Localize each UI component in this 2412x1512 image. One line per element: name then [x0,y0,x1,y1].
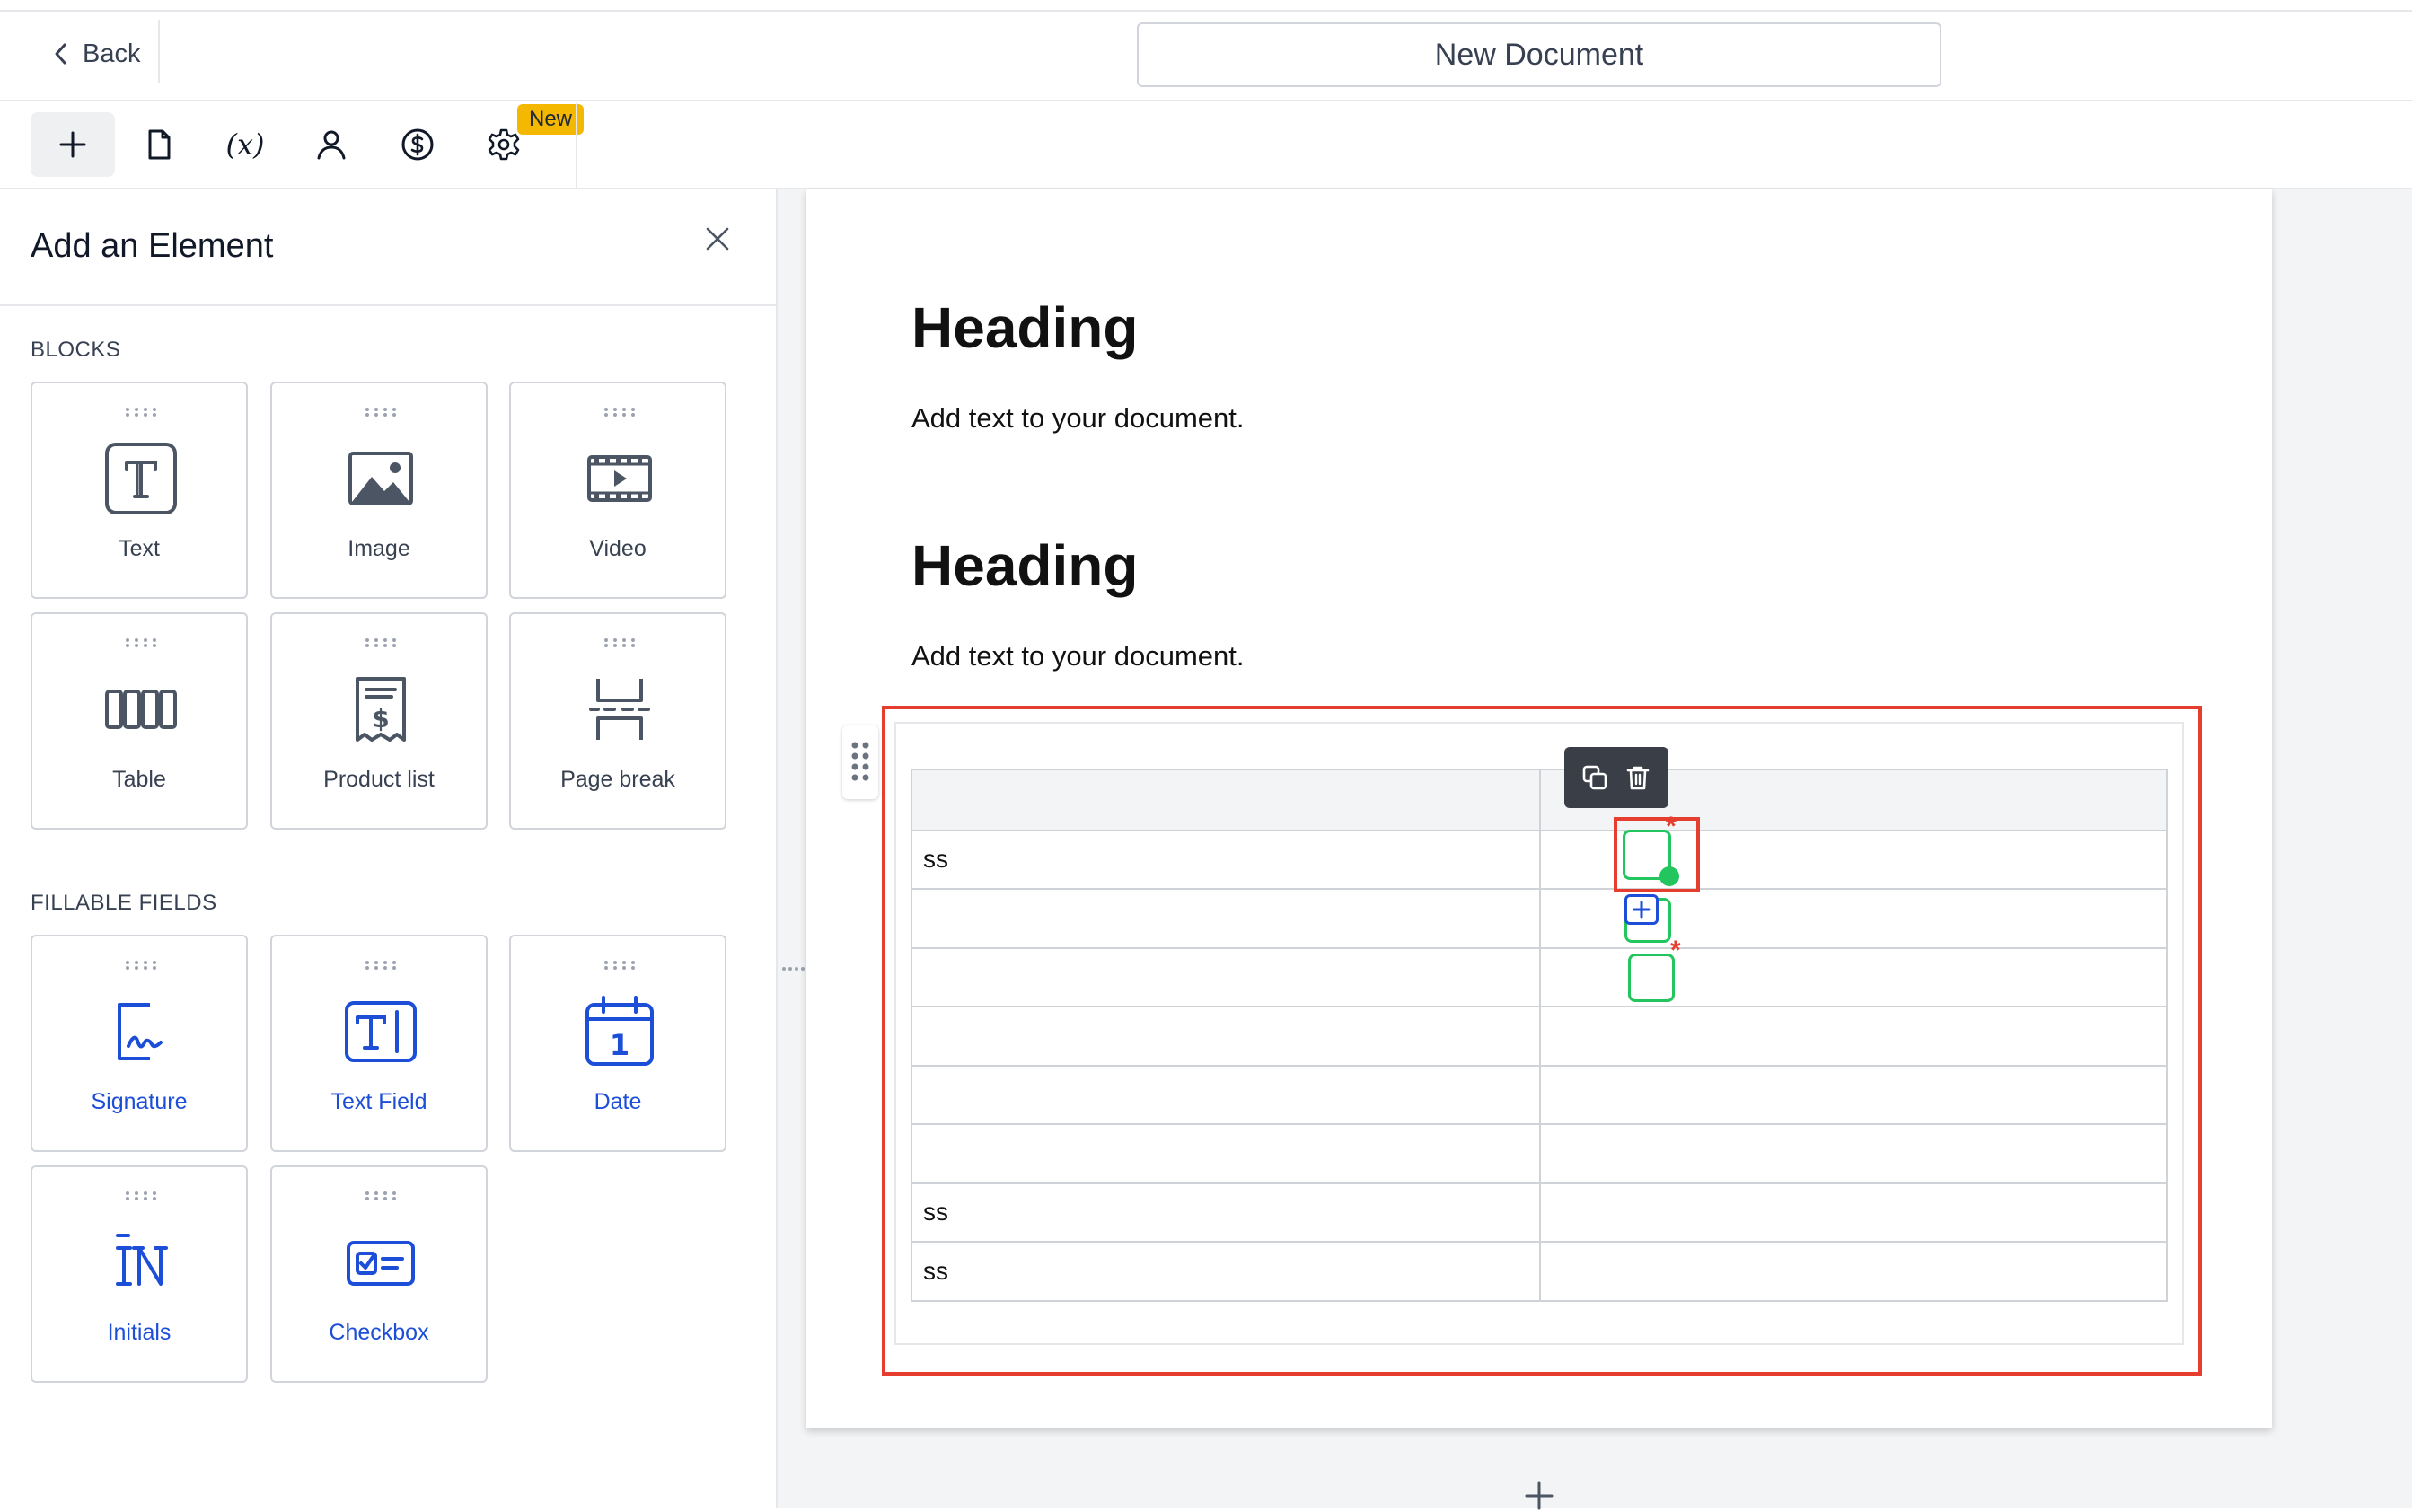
table-icon [105,690,177,729]
new-badge: New [517,104,584,135]
copy-icon[interactable] [1580,763,1609,792]
plus-icon [59,131,86,158]
block-video[interactable]: Video [509,382,726,599]
tool-pricing[interactable] [375,112,460,177]
video-icon [587,455,652,502]
header-divider [158,20,160,83]
chevron-left-icon [55,43,66,65]
drag-grip-icon [365,1191,396,1200]
field-label: Text Field [330,1089,427,1114]
panel-divider [0,304,778,306]
drag-grip-icon [604,408,635,417]
block-drag-handle[interactable] [842,725,878,799]
field-signature[interactable]: Signature [31,935,248,1152]
dollar-icon [401,128,434,161]
field-text[interactable]: Text Field [270,935,488,1152]
block-image[interactable]: Image [270,382,488,599]
variables-icon: (x) [225,127,265,162]
trash-icon[interactable] [1624,763,1652,792]
drag-grip-icon [126,638,156,647]
svg-text:$: $ [372,704,389,734]
add-element-panel: Add an Element BLOCKS Text Image Video T… [0,189,778,1508]
drag-grip-icon [126,961,156,970]
user-icon [317,130,346,160]
checkbox-icon [347,1241,415,1286]
field-initials[interactable]: Initials [31,1165,248,1383]
document-icon [148,129,171,160]
document-title-input[interactable]: New Document [1137,22,1941,87]
tool-variables[interactable]: (x) [203,112,287,177]
drag-grip-icon [126,408,156,417]
date-icon-day: 1 [610,1028,629,1062]
drag-grip-icon [365,961,396,970]
close-icon[interactable] [702,224,733,254]
text-icon [105,443,177,514]
panel-title: Add an Element [31,227,274,265]
drag-grip-icon [126,1191,156,1200]
image-icon [348,452,413,505]
back-label: Back [83,39,141,68]
block-page-break[interactable]: Page break [509,612,726,830]
block-table[interactable]: Table [31,612,248,830]
required-marker: * [1666,812,1677,841]
field-label: Date [594,1089,642,1114]
required-marker: * [1670,936,1681,965]
document-paragraph[interactable]: Add text to your document. [911,640,1245,672]
editor-toolbar: (x) [0,103,2412,189]
field-date[interactable]: 1 Date [509,935,726,1152]
text-field-icon [345,1001,417,1062]
block-label: Table [112,767,166,792]
status-dot [1659,866,1679,886]
drag-grip-icon [365,638,396,647]
drag-grip-icon [604,961,635,970]
add-block-plus-icon[interactable] [1523,1480,1555,1512]
document-heading[interactable]: Heading [911,532,1138,599]
add-checkbox-button[interactable] [1624,894,1659,925]
drag-grip-icon [851,742,869,781]
signature-icon [118,1003,163,1060]
back-button[interactable]: Back [50,27,140,81]
block-product-list[interactable]: $ Product list [270,612,488,830]
checkbox-field[interactable] [1628,954,1675,1002]
gear-icon [488,128,520,161]
block-text[interactable]: Text [31,382,248,599]
field-label: Checkbox [329,1320,429,1345]
initials-icon [116,1234,168,1286]
product-list-icon: $ [356,677,406,742]
cell-action-toolbar [1564,747,1668,808]
drag-grip-icon [365,408,396,417]
selection-highlight [882,706,2202,1376]
block-label: Video [589,536,647,561]
blocks-section-label: BLOCKS [31,338,121,362]
plus-icon [1633,901,1651,919]
date-icon: 1 [585,996,654,1066]
tool-document[interactable] [117,112,201,177]
toolbar-divider [576,103,577,189]
block-label: Image [348,536,410,561]
tool-add-element[interactable] [31,112,115,177]
field-label: Signature [91,1089,188,1114]
block-label: Page break [560,767,675,792]
document-heading[interactable]: Heading [911,294,1138,361]
tool-recipients[interactable] [289,112,374,177]
block-label: Product list [323,767,435,792]
document-text-cut [911,174,1181,187]
document-paragraph[interactable]: Add text to your document. [911,402,1245,435]
drag-grip-icon [604,638,635,647]
field-label: Initials [107,1320,172,1345]
panel-resize-handle[interactable] [781,966,806,971]
field-checkbox[interactable]: Checkbox [270,1165,488,1383]
page-break-icon [589,679,650,740]
block-label: Text [119,536,160,561]
fillable-section-label: FILLABLE FIELDS [31,891,217,915]
